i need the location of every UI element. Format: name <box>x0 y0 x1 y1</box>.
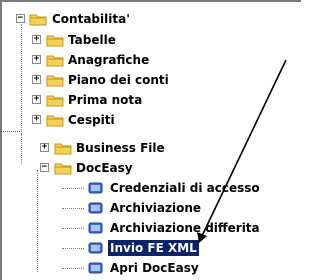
expand-toggle-anagrafiche[interactable]: + <box>32 55 41 64</box>
folder-icon <box>46 55 64 67</box>
tree-item-anagrafiche[interactable]: Anagrafiche <box>66 52 151 68</box>
document-icon <box>88 202 103 214</box>
document-icon <box>88 182 103 194</box>
tree-item-archiviazione[interactable]: Archiviazione <box>108 200 203 216</box>
expand-toggle-cespiti[interactable]: + <box>32 115 41 124</box>
tree-connector <box>62 188 84 189</box>
tree-panel-bottom: + Business File − DocEasy Credenziali di… <box>0 134 301 280</box>
document-icon <box>88 262 103 274</box>
tree-item-prima-nota[interactable]: Prima nota <box>66 92 144 108</box>
tree-connector <box>21 134 22 164</box>
tree-item-business-file[interactable]: Business File <box>74 140 167 156</box>
folder-icon <box>54 143 72 155</box>
tree-panel-top: − Contabilita' + Tabelle + Anagrafiche +… <box>0 0 301 134</box>
expand-toggle-business-file[interactable]: + <box>40 143 49 152</box>
panel-divider <box>0 131 22 132</box>
folder-icon <box>46 115 64 127</box>
folder-icon <box>46 75 64 87</box>
document-icon <box>88 242 103 254</box>
document-icon <box>88 222 103 234</box>
folder-icon <box>29 14 47 26</box>
folder-icon <box>46 95 64 107</box>
expand-toggle-tabelle[interactable]: + <box>32 35 41 44</box>
tree-item-contabilita[interactable]: Contabilita' <box>50 11 132 27</box>
folder-icon <box>54 163 72 175</box>
folder-icon <box>46 35 64 47</box>
expand-toggle-prima-nota[interactable]: + <box>32 95 41 104</box>
tree-connector <box>62 268 84 269</box>
tree-item-doceasy[interactable]: DocEasy <box>74 160 135 176</box>
tree-item-piano-dei-conti[interactable]: Piano dei conti <box>66 72 171 88</box>
tree-item-tabelle[interactable]: Tabelle <box>66 32 118 48</box>
tree-item-archiviazione-differita[interactable]: Archiviazione differita <box>108 220 262 236</box>
tree-item-apri-doceasy[interactable]: Apri DocEasy <box>108 260 201 276</box>
tree-item-credenziali-di-accesso[interactable]: Credenziali di accesso <box>108 180 262 196</box>
tree-connector <box>37 170 38 272</box>
expand-toggle-piano-dei-conti[interactable]: + <box>32 75 41 84</box>
tree-connector <box>21 24 22 134</box>
collapse-toggle-contabilita[interactable]: − <box>16 14 25 23</box>
tree-connector <box>62 208 84 209</box>
tree-item-cespiti[interactable]: Cespiti <box>66 112 117 128</box>
tree-connector <box>62 228 84 229</box>
tree-item-invio-fe-xml[interactable]: Invio FE XML <box>107 239 200 257</box>
collapse-toggle-doceasy[interactable]: − <box>40 163 49 172</box>
tree-connector <box>62 248 84 249</box>
